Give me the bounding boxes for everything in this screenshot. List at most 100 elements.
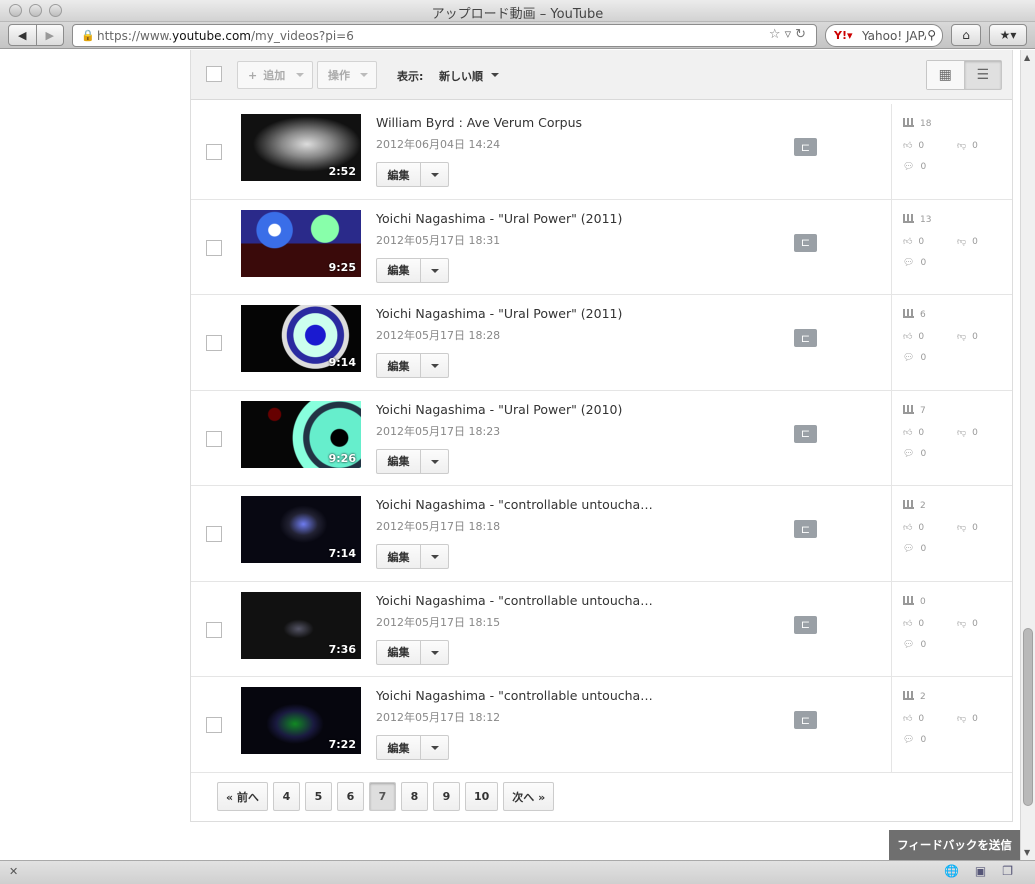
video-thumbnail[interactable]: 9:14 bbox=[241, 305, 361, 372]
search-bar[interactable]: Y!▾ Yahoo! JAPAN ⚲ bbox=[825, 24, 943, 47]
video-select-checkbox[interactable] bbox=[206, 335, 222, 351]
video-select-checkbox[interactable] bbox=[206, 430, 222, 447]
video-thumbnail[interactable]: 2:52 bbox=[241, 114, 361, 181]
edit-dropdown-button[interactable] bbox=[421, 545, 448, 568]
feedback-button[interactable]: フィードバックを送信 bbox=[889, 830, 1020, 860]
close-status-icon[interactable]: ✕ bbox=[9, 865, 18, 878]
video-date: 2012年05月17日 18:31 bbox=[376, 233, 501, 247]
video-thumbnail[interactable]: 7:36 bbox=[241, 591, 361, 659]
video-select-checkbox[interactable] bbox=[206, 239, 222, 256]
select-all-checkbox[interactable] bbox=[206, 66, 222, 82]
edit-button[interactable]: 編集 bbox=[377, 258, 421, 282]
video-title-link[interactable]: Yoichi Nagashima - "controllable untouch… bbox=[376, 593, 653, 608]
video-title-link[interactable]: William Byrd : Ave Verum Corpus bbox=[376, 115, 582, 130]
video-title-link[interactable]: Yoichi Nagashima - "Ural Power" (2010) bbox=[376, 402, 622, 417]
edit-button-group: 編集 bbox=[376, 735, 449, 760]
page-6-button[interactable]: 6 bbox=[336, 782, 364, 811]
video-thumbnail[interactable]: 7:14 bbox=[241, 496, 361, 563]
video-title-link[interactable]: Yoichi Nagashima - "Ural Power" (2011) bbox=[376, 211, 622, 226]
video-select-checkbox[interactable] bbox=[206, 526, 222, 542]
video-select-checkbox[interactable] bbox=[206, 717, 222, 733]
edit-dropdown-button[interactable] bbox=[421, 354, 448, 377]
view-count: 18 bbox=[903, 118, 931, 129]
dropdown-icon[interactable]: ▿ bbox=[785, 27, 796, 42]
comment-count: 💬︎ 0 bbox=[903, 544, 927, 554]
home-button[interactable]: ⌂ bbox=[951, 24, 981, 46]
star-icon[interactable]: ☆ bbox=[769, 27, 785, 42]
comment-icon: 💬︎ bbox=[903, 257, 915, 268]
video-select-checkbox[interactable] bbox=[206, 144, 222, 160]
edit-dropdown-button[interactable] bbox=[421, 641, 448, 664]
comment-icon: 💬︎ bbox=[903, 735, 915, 745]
forward-button[interactable]: ▶ bbox=[37, 25, 64, 45]
page-4-button[interactable]: 4 bbox=[272, 782, 300, 811]
comment-count: 💬︎ 0 bbox=[903, 735, 927, 745]
page-10-button[interactable]: 10 bbox=[464, 782, 499, 811]
edit-dropdown-button[interactable] bbox=[421, 163, 448, 186]
edit-button[interactable]: 編集 bbox=[377, 736, 421, 759]
chevron-down-icon bbox=[431, 364, 439, 368]
unlock-icon[interactable]: ⊏ bbox=[794, 615, 817, 634]
edit-button[interactable]: 編集 bbox=[377, 640, 421, 664]
address-bar[interactable]: 🔒 https://www.youtube.com/my_videos?pi=6… bbox=[72, 24, 817, 47]
edit-dropdown-button[interactable] bbox=[421, 450, 448, 473]
chevron-down-icon bbox=[431, 459, 439, 464]
scrollbar[interactable]: ▲ ▼ bbox=[1020, 50, 1035, 860]
chevron-down-icon bbox=[296, 73, 304, 77]
edit-button-group: 編集 bbox=[376, 448, 449, 474]
edit-button[interactable]: 編集 bbox=[377, 545, 421, 568]
next-page-button[interactable]: 次へ » bbox=[503, 782, 555, 811]
unlock-icon[interactable]: ⊏ bbox=[794, 424, 817, 443]
search-input[interactable]: Yahoo! JAPAN bbox=[862, 29, 926, 43]
unlock-icon[interactable]: ⊏ bbox=[794, 520, 817, 538]
video-row: 2:52 William Byrd : Ave Verum Corpus 201… bbox=[191, 104, 1012, 200]
monitor-icon[interactable]: ▣ bbox=[975, 864, 986, 878]
edit-button[interactable]: 編集 bbox=[377, 449, 421, 473]
page-5-button[interactable]: 5 bbox=[304, 782, 332, 811]
video-thumbnail[interactable]: 9:26 bbox=[241, 400, 361, 468]
yahoo-icon[interactable]: Y!▾ bbox=[834, 29, 853, 42]
video-title-link[interactable]: Yoichi Nagashima - "controllable untouch… bbox=[376, 497, 653, 512]
views-icon bbox=[903, 118, 914, 127]
unlock-icon[interactable]: ⊏ bbox=[794, 138, 817, 156]
scroll-up-icon[interactable]: ▲ bbox=[1024, 53, 1030, 62]
list-icon: ☰ bbox=[976, 67, 990, 83]
video-thumbnail[interactable]: 9:25 bbox=[241, 209, 361, 277]
edit-dropdown-button[interactable] bbox=[421, 259, 448, 282]
unlock-icon[interactable]: ⊏ bbox=[794, 329, 817, 347]
scrollbar-thumb[interactable] bbox=[1023, 628, 1033, 806]
grid-view-button[interactable]: ▦ bbox=[927, 61, 965, 89]
status-icons: 🌐 ▣ ❐ bbox=[944, 864, 1013, 878]
add-to-button[interactable]: + 追加 bbox=[237, 61, 313, 89]
edit-button[interactable]: 編集 bbox=[377, 163, 421, 186]
page-8-button[interactable]: 8 bbox=[400, 782, 428, 811]
thumbs-up-icon: 👍︎ bbox=[903, 141, 913, 151]
bookmarks-button[interactable]: ★▾ bbox=[989, 24, 1027, 46]
video-title-link[interactable]: Yoichi Nagashima - "Ural Power" (2011) bbox=[376, 306, 622, 321]
scroll-down-icon[interactable]: ▼ bbox=[1024, 848, 1030, 857]
video-thumbnail[interactable]: 7:22 bbox=[241, 687, 361, 754]
navigation-buttons: ◀ ▶ bbox=[8, 24, 64, 46]
video-title-link[interactable]: Yoichi Nagashima - "controllable untouch… bbox=[376, 688, 653, 703]
reload-icon[interactable]: ↻ bbox=[795, 27, 810, 42]
sort-chevron-down-icon[interactable] bbox=[491, 73, 499, 77]
video-select-checkbox[interactable] bbox=[206, 621, 222, 638]
edit-dropdown-button[interactable] bbox=[421, 736, 448, 759]
edit-button[interactable]: 編集 bbox=[377, 354, 421, 377]
globe-icon[interactable]: 🌐 bbox=[944, 864, 959, 878]
edit-button-group: 編集 bbox=[376, 353, 449, 378]
lock-icon: 🔒 bbox=[81, 29, 95, 42]
list-view-button[interactable]: ☰ bbox=[964, 61, 1001, 89]
video-duration: 7:36 bbox=[328, 642, 356, 656]
stats-divider bbox=[891, 581, 892, 677]
prev-page-button[interactable]: « 前へ bbox=[217, 782, 268, 811]
unlock-icon[interactable]: ⊏ bbox=[794, 233, 817, 252]
window-icon[interactable]: ❐ bbox=[1002, 864, 1013, 878]
unlock-icon[interactable]: ⊏ bbox=[794, 711, 817, 729]
page-9-button[interactable]: 9 bbox=[432, 782, 460, 811]
actions-button[interactable]: 操作 bbox=[317, 61, 377, 89]
back-button[interactable]: ◀ bbox=[9, 25, 37, 45]
sort-dropdown[interactable]: 新しい順 bbox=[439, 68, 483, 84]
page-7-button[interactable]: 7 bbox=[368, 782, 396, 811]
search-icon[interactable]: ⚲ bbox=[927, 28, 936, 42]
